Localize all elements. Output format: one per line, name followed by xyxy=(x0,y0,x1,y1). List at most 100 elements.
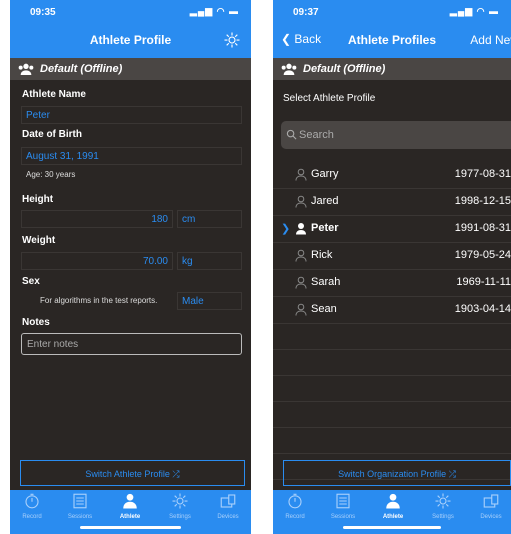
tab-record[interactable]: Record xyxy=(273,492,317,520)
tab-label: Devices xyxy=(217,514,239,520)
athlete-profile-screen: 09:35 ▂▄▆ ◠ ▬ Athlete Profile Default (O… xyxy=(10,0,251,534)
add-new-button[interactable]: Add New xyxy=(470,33,511,47)
athlete-name: Sarah xyxy=(311,276,341,288)
gear-icon[interactable] xyxy=(223,31,241,49)
tab-athlete[interactable]: Athlete xyxy=(108,492,152,520)
tab-devices[interactable]: Devices xyxy=(469,492,511,520)
height-field[interactable]: 180 xyxy=(21,210,173,228)
tab-label: Sessions xyxy=(330,514,356,520)
athlete-name-label: Athlete Name xyxy=(22,89,86,100)
age-text: Age: 30 years xyxy=(26,170,76,179)
athlete-row[interactable]: Sean 1903-04-14 xyxy=(273,297,511,324)
tab-label: Athlete xyxy=(382,514,404,520)
switch-organization-profile-label: Switch Organization Profile xyxy=(338,469,447,479)
list-icon xyxy=(336,493,350,509)
athlete-row[interactable]: Rick 1979-05-24 xyxy=(273,243,511,270)
person-outline-icon xyxy=(295,249,307,262)
signal-wifi-battery-icon: ▂▄▆ ◠ ▬ xyxy=(449,6,499,16)
organization-bar: Default (Offline) xyxy=(273,58,511,80)
switch-organization-profile-button[interactable]: Switch Organization Profile ⤮ xyxy=(283,460,511,486)
nav-bar: ❮ Back Athlete Profiles Add New xyxy=(273,22,511,58)
tab-label: Record xyxy=(22,514,42,520)
height-unit-field[interactable]: cm xyxy=(177,210,242,228)
athlete-profiles-screen: 09:37 ▂▄▆ ◠ ▬ ❮ Back Athlete Profiles Ad… xyxy=(273,0,511,534)
tab-settings[interactable]: Settings xyxy=(158,492,202,520)
athlete-row[interactable]: Sarah 1969-11-11 xyxy=(273,270,511,297)
tab-athlete[interactable]: Athlete xyxy=(371,492,415,520)
athlete-date: 1979-05-24 xyxy=(454,249,511,261)
tab-label: Devices xyxy=(480,514,502,520)
search-input[interactable]: Search xyxy=(281,121,511,149)
tab-label: Settings xyxy=(169,514,191,520)
athlete-list: Garry 1977-08-31 Jared 1998-12-15 ❯ Pete… xyxy=(273,162,511,480)
tab-label: Settings xyxy=(432,514,454,520)
empty-row xyxy=(273,324,511,350)
stopwatch-icon xyxy=(25,493,39,509)
switch-athlete-profile-button[interactable]: Switch Athlete Profile ⤮ xyxy=(20,460,245,486)
tab-bar: Record Sessions Athlete Settings Devices xyxy=(273,490,511,534)
group-icon xyxy=(18,63,34,75)
status-time: 09:35 xyxy=(30,7,56,18)
athlete-row-selected[interactable]: ❯ Peter 1991-08-31 xyxy=(273,216,511,243)
nav-bar: Athlete Profile xyxy=(10,22,251,58)
athlete-name: Jared xyxy=(311,195,339,207)
empty-row xyxy=(273,350,511,376)
athlete-date: 1969-11-11 xyxy=(456,276,511,288)
weight-field[interactable]: 70.00 xyxy=(21,252,173,270)
tab-label: Athlete xyxy=(119,514,141,520)
gear-icon xyxy=(435,493,451,509)
person-icon xyxy=(386,493,400,509)
person-outline-icon xyxy=(295,168,307,181)
search-icon xyxy=(286,129,297,140)
tab-sessions[interactable]: Sessions xyxy=(58,492,102,520)
empty-row xyxy=(273,428,511,454)
shuffle-icon: ⤮ xyxy=(448,469,456,479)
person-outline-icon xyxy=(295,303,307,316)
athlete-name-field[interactable]: Peter xyxy=(21,106,242,124)
stopwatch-icon xyxy=(288,493,302,509)
person-outline-icon xyxy=(295,195,307,208)
athlete-date: 1991-08-31 xyxy=(454,222,511,234)
switch-athlete-profile-label: Switch Athlete Profile xyxy=(85,469,170,479)
athlete-row[interactable]: Garry 1977-08-31 xyxy=(273,162,511,189)
tab-label: Sessions xyxy=(67,514,93,520)
notes-input[interactable]: Enter notes xyxy=(21,333,242,355)
status-bar: 09:35 ▂▄▆ ◠ ▬ xyxy=(10,0,251,22)
tab-bar: Record Sessions Athlete Settings Devices xyxy=(10,490,251,534)
tab-settings[interactable]: Settings xyxy=(421,492,465,520)
person-icon xyxy=(296,223,306,235)
athlete-name: Rick xyxy=(311,249,333,261)
empty-row xyxy=(273,402,511,428)
tab-devices[interactable]: Devices xyxy=(206,492,250,520)
sex-note: For algorithms in the test reports. xyxy=(40,296,158,305)
organization-name: Default (Offline) xyxy=(40,63,123,75)
empty-row xyxy=(273,376,511,402)
person-icon xyxy=(123,493,137,509)
notes-label: Notes xyxy=(22,317,50,328)
devices-icon xyxy=(483,494,499,508)
status-bar: 09:37 ▂▄▆ ◠ ▬ xyxy=(273,0,511,22)
athlete-name: Sean xyxy=(311,303,337,315)
chevron-right-icon: ❯ xyxy=(281,223,291,235)
shuffle-icon: ⤮ xyxy=(172,469,180,479)
weight-unit-field[interactable]: kg xyxy=(177,252,242,270)
weight-label: Weight xyxy=(22,235,56,246)
date-of-birth-field[interactable]: August 31, 1991 xyxy=(21,147,242,165)
organization-name: Default (Offline) xyxy=(303,63,386,75)
athlete-name: Garry xyxy=(311,168,339,180)
athlete-date: 1998-12-15 xyxy=(454,195,511,207)
athlete-name: Peter xyxy=(311,222,339,234)
organization-bar: Default (Offline) xyxy=(10,58,251,80)
tab-record[interactable]: Record xyxy=(10,492,54,520)
group-icon xyxy=(281,63,297,75)
tab-label: Record xyxy=(285,514,305,520)
home-indicator xyxy=(343,526,441,529)
select-athlete-header: Select Athlete Profile xyxy=(283,93,376,104)
athlete-row[interactable]: Jared 1998-12-15 xyxy=(273,189,511,216)
search-placeholder: Search xyxy=(299,129,334,141)
home-indicator xyxy=(80,526,181,529)
sex-field[interactable]: Male xyxy=(177,292,242,310)
date-of-birth-label: Date of Birth xyxy=(22,129,82,140)
tab-sessions[interactable]: Sessions xyxy=(321,492,365,520)
status-time: 09:37 xyxy=(293,7,319,18)
